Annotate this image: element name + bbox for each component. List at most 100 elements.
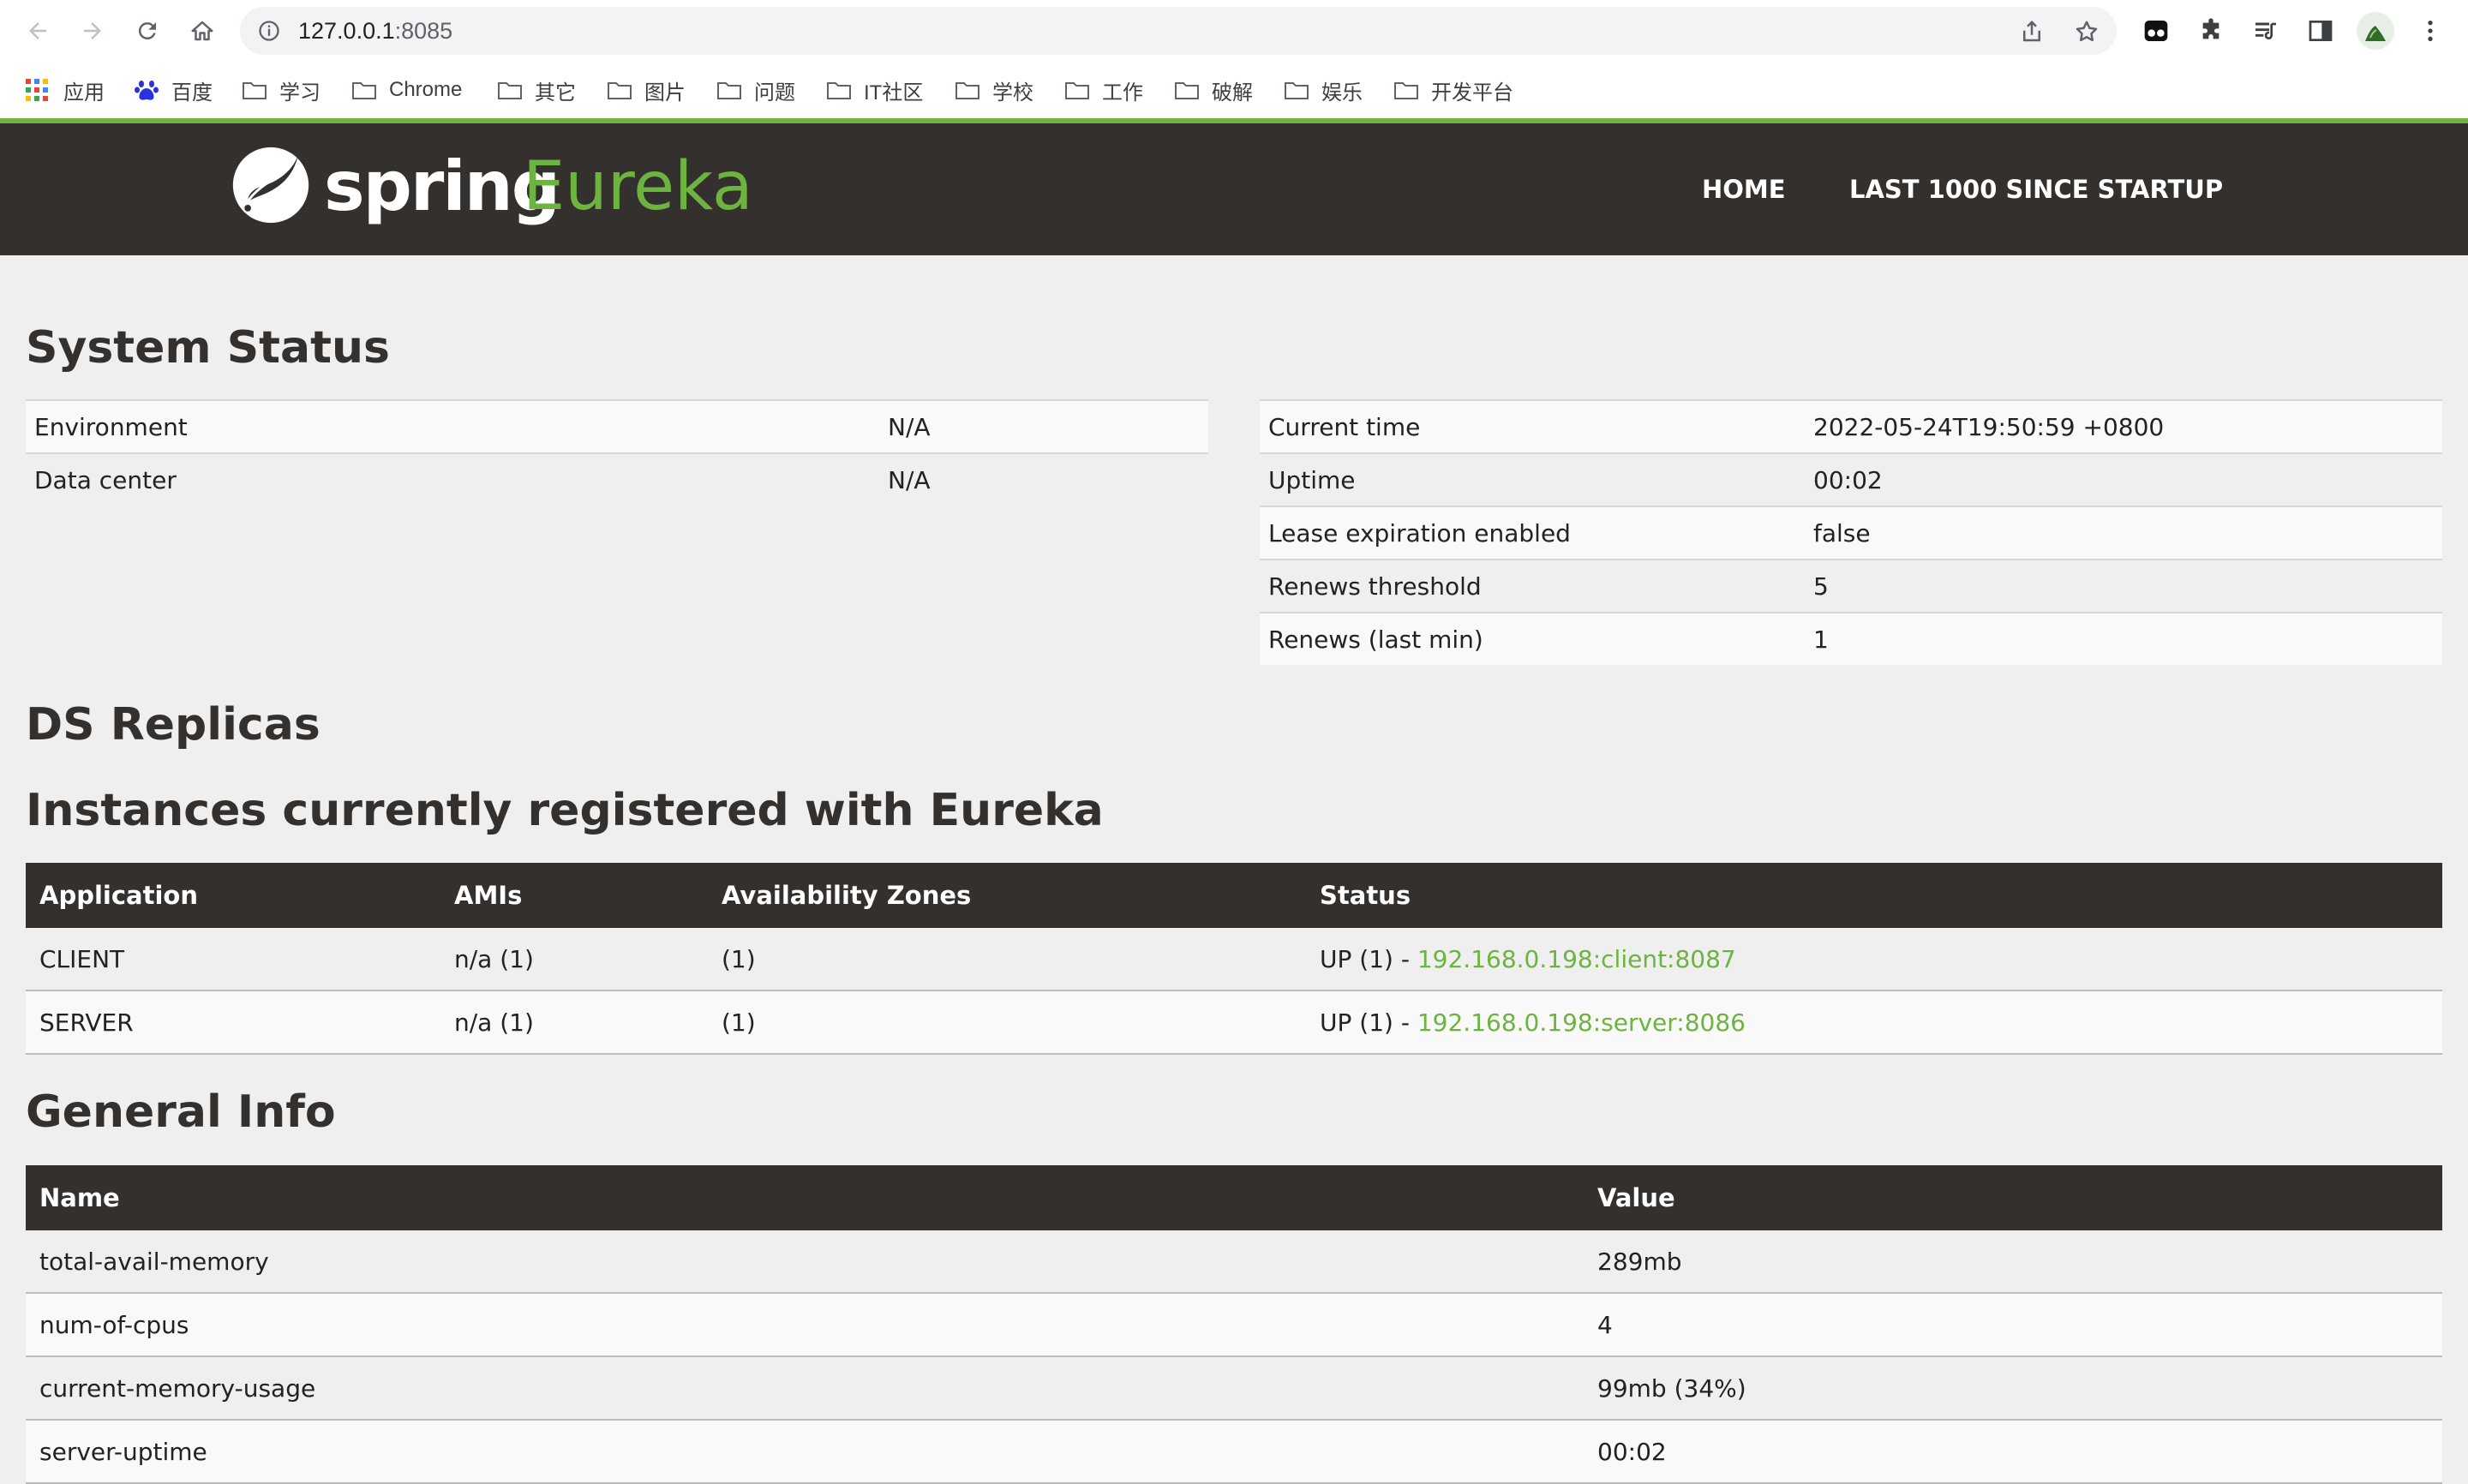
status-label: Renews threshold [1260,559,1805,613]
status-value: false [1805,506,2442,559]
table-row: Data center N/A [26,452,1208,506]
address-bar[interactable]: 127.0.0.1:8085 [240,7,2117,55]
bookmark-folder-study[interactable]: 学习 [242,62,320,118]
table-row: num-of-cpus 4 [26,1293,2442,1357]
general-info-table: Name Value total-avail-memory 289mb num-… [26,1165,2442,1484]
column-header: Application [26,863,440,928]
table-header-row: Application AMIs Availability Zones Stat… [26,863,2442,928]
table-row: Environment N/A [26,399,1208,453]
folder-icon [955,82,979,99]
folder-icon [1065,82,1089,99]
column-header: Availability Zones [708,863,1306,928]
status-value: 1 [1805,612,2442,665]
baidu-paw-icon [135,81,159,100]
bookmark-folder-questions[interactable]: 问题 [716,62,795,118]
folder-icon [717,82,741,99]
home-icon[interactable] [183,12,221,50]
info-value: 99mb (34%) [1584,1356,2442,1421]
folder-icon [243,82,267,99]
browser-menu-icon[interactable] [2411,12,2449,50]
status-value: 5 [1805,559,2442,613]
status-label: Data center [26,452,879,506]
status-label: Renews (last min) [1260,612,1805,665]
info-value: 00:02 [1584,1420,2442,1484]
bookmark-folder-it-community[interactable]: IT社区 [826,62,923,118]
instances-table: Application AMIs Availability Zones Stat… [26,863,2442,1055]
bookmark-folder-school[interactable]: 学校 [955,62,1033,118]
folder-icon [352,82,376,99]
site-info-icon[interactable] [257,19,281,43]
bookmark-folder-work[interactable]: 工作 [1064,62,1143,118]
instance-link[interactable]: 192.168.0.198:server:8086 [1417,1008,1746,1037]
bookmark-label: 学校 [992,81,1033,105]
bookmark-folder-dev-platform[interactable]: 开发平台 [1393,62,1513,118]
bookmark-folder-crack[interactable]: 破解 [1174,62,1253,118]
bookmark-label: 娱乐 [1321,81,1363,105]
amis-cell: n/a (1) [440,928,708,991]
logo-eureka-text: Eureka [523,148,753,225]
status-value: 2022-05-24T19:50:59 +0800 [1805,399,2442,453]
bookmark-folder-entertainment[interactable]: 娱乐 [1284,62,1363,118]
application-cell: CLIENT [26,928,440,991]
info-name: server-uptime [26,1420,1584,1484]
forward-icon[interactable] [74,12,111,50]
share-icon[interactable] [2019,19,2045,45]
bookmark-label: 百度 [171,81,213,105]
column-header: Value [1584,1165,2442,1230]
folder-icon [1285,82,1309,99]
general-info-heading: General Info [26,1086,336,1138]
nav-last-1000-link[interactable]: LAST 1000 SINCE STARTUP [1849,123,2223,255]
apps-grid-icon [26,79,48,101]
table-row: server-uptime 00:02 [26,1420,2442,1484]
status-cell: UP (1) - 192.168.0.198:server:8086 [1306,990,2442,1055]
status-label: Current time [1260,399,1805,453]
reload-icon[interactable] [129,12,166,50]
table-row: SERVER n/a (1) (1) UP (1) - 192.168.0.19… [26,990,2442,1055]
table-row: total-avail-memory 289mb [26,1230,2442,1294]
ds-replicas-heading: DS Replicas [26,699,320,751]
table-row: Renews threshold 5 [1260,559,2442,613]
bookmark-baidu[interactable]: 百度 [134,62,213,118]
profile-avatar[interactable] [2357,12,2394,50]
folder-icon [1175,82,1199,99]
status-text: UP (1) - [1320,1008,1417,1037]
instance-link[interactable]: 192.168.0.198:client:8087 [1417,945,1736,973]
table-row: Lease expiration enabled false [1260,506,2442,559]
system-status-left-table: Environment N/A Data center N/A [26,399,1208,506]
amis-cell: n/a (1) [440,990,708,1055]
status-label: Lease expiration enabled [1260,506,1805,559]
bookmark-label: 其它 [535,81,576,105]
info-name: current-memory-usage [26,1356,1584,1421]
status-value: 00:02 [1805,452,2442,506]
bookmark-label: 应用 [63,81,105,105]
bookmark-label: Chrome [389,78,463,101]
status-cell: UP (1) - 192.168.0.198:client:8087 [1306,928,2442,991]
zones-cell: (1) [708,990,1306,1055]
column-header: AMIs [440,863,708,928]
status-text: UP (1) - [1320,944,1417,973]
back-icon[interactable] [19,12,57,50]
spring-leaf-logo-icon[interactable] [230,144,312,226]
table-header-row: Name Value [26,1165,2442,1230]
bookmark-star-icon[interactable] [2074,19,2100,45]
bookmark-folder-other[interactable]: 其它 [497,62,576,118]
extensions-puzzle-icon[interactable] [2192,12,2230,50]
folder-icon [1394,82,1418,99]
column-header: Status [1306,863,2442,928]
info-name: total-avail-memory [26,1230,1584,1294]
side-panel-icon[interactable] [2302,12,2339,50]
info-value: 4 [1584,1293,2442,1357]
reading-list-icon[interactable] [2247,12,2285,50]
table-row: CLIENT n/a (1) (1) UP (1) - 192.168.0.19… [26,928,2442,991]
bookmark-label: 学习 [279,81,320,105]
bookmark-folder-images[interactable]: 图片 [607,62,686,118]
instances-heading: Instances currently registered with Eure… [26,785,1104,836]
bookmark-folder-chrome[interactable]: Chrome [351,62,462,118]
bookmark-apps[interactable]: 应用 [24,62,105,118]
folder-icon [498,82,522,99]
bookmarks-bar: 应用 百度 学习 Chrome 其它 图片 问题 IT社区 学校 工作 破解 娱… [0,62,2468,118]
status-value: N/A [879,452,1208,506]
url-text: 127.0.0.1:8085 [298,18,453,44]
nav-home-link[interactable]: HOME [1702,123,1786,255]
extension-tampermonkey-icon[interactable] [2137,12,2175,50]
